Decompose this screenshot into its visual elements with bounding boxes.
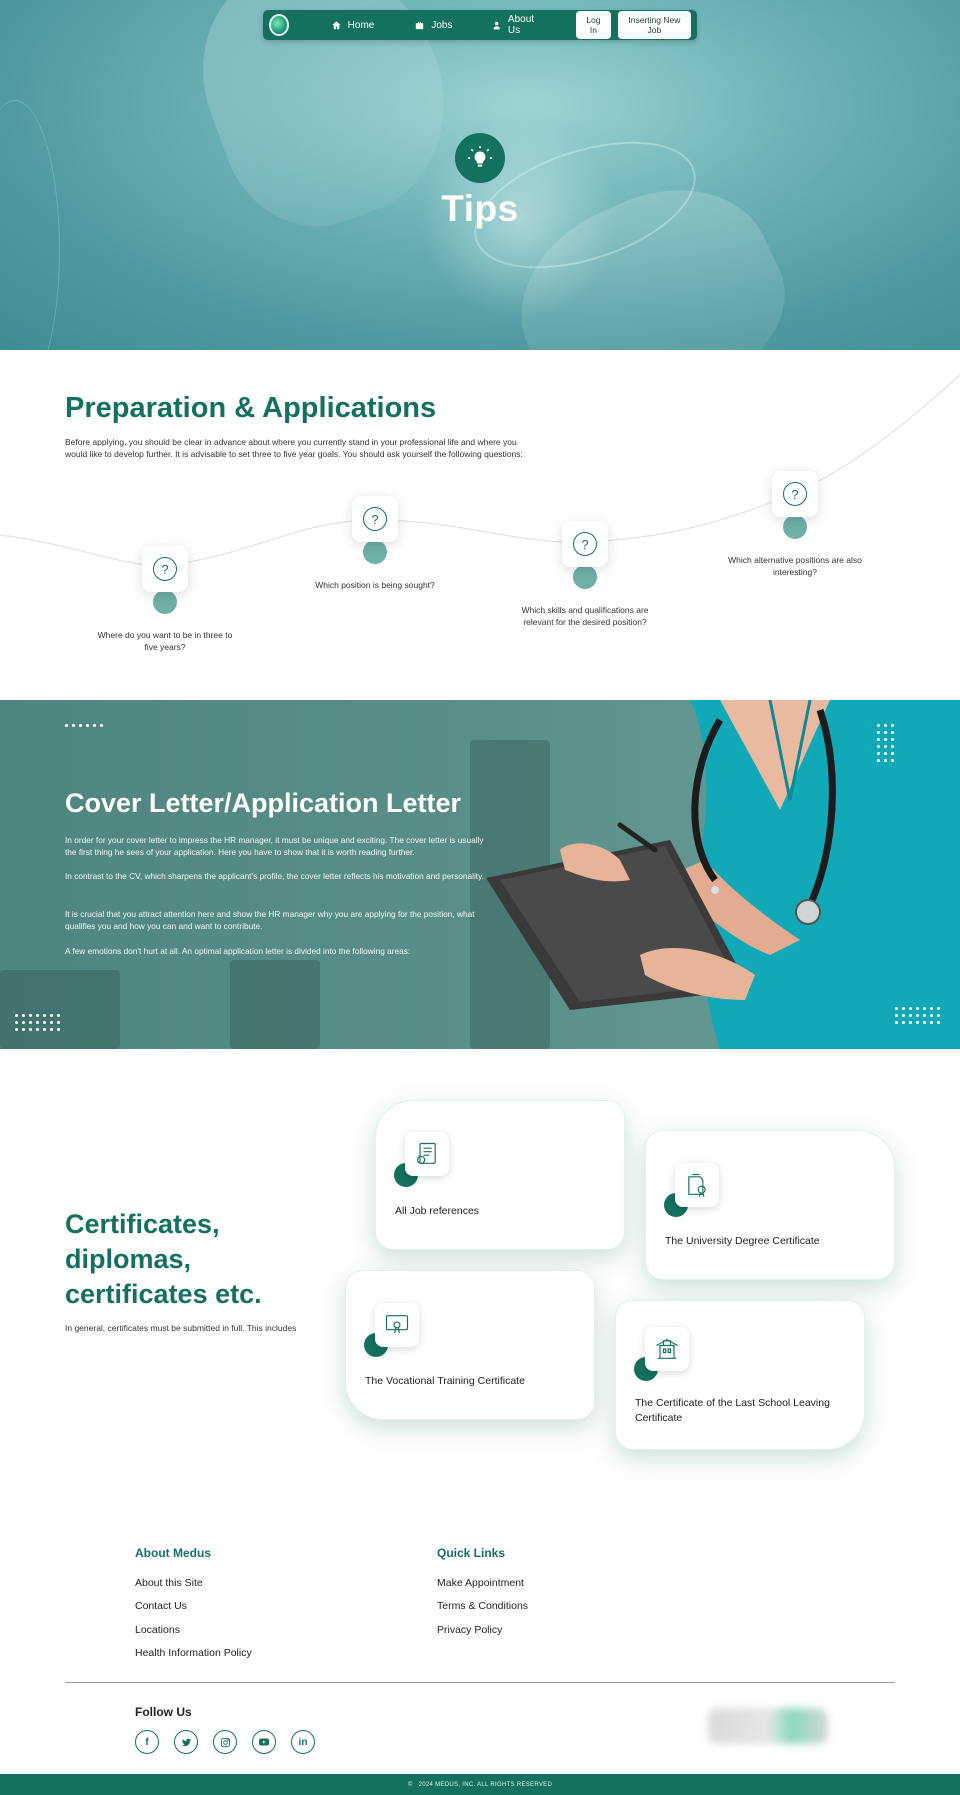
document-icon bbox=[405, 1132, 449, 1176]
footer-link[interactable]: Contact Us bbox=[135, 1600, 187, 1612]
question-card: ? bbox=[772, 471, 818, 517]
copyright-text: 2024 MEDUS, INC. ALL RIGHTS RESERVED bbox=[418, 1781, 553, 1788]
footer-heading: Quick Links bbox=[437, 1546, 506, 1560]
question-icon: ? bbox=[363, 507, 387, 531]
home-icon bbox=[332, 20, 341, 29]
certificate-label: The Certificate of the Last School Leavi… bbox=[635, 1397, 830, 1424]
briefcase-icon bbox=[416, 21, 424, 29]
dot-pattern bbox=[895, 1007, 940, 1024]
question-card: ? bbox=[352, 496, 398, 542]
footer-link[interactable]: Locations bbox=[135, 1624, 180, 1636]
degree-icon bbox=[675, 1163, 719, 1207]
cover-paragraph: In order for your cover letter to impres… bbox=[65, 835, 484, 857]
dot-pattern bbox=[65, 724, 103, 727]
youtube-icon[interactable] bbox=[252, 1730, 276, 1754]
nav-jobs-label: Jobs bbox=[431, 19, 453, 31]
step-dot bbox=[363, 540, 387, 564]
section-title: Cover Letter/Application Letter bbox=[65, 788, 462, 818]
question-card: ? bbox=[562, 521, 608, 567]
lightbulb-icon bbox=[468, 146, 492, 167]
copyright-bar: © 2024 MEDUS, INC. ALL RIGHTS RESERVED bbox=[0, 1774, 960, 1795]
user-icon bbox=[494, 21, 501, 29]
question-icon: ? bbox=[153, 557, 177, 581]
footer-heading: Follow Us bbox=[135, 1705, 192, 1719]
diploma-icon bbox=[375, 1303, 419, 1347]
copyright-icon: © bbox=[407, 1781, 413, 1788]
school-icon bbox=[645, 1327, 689, 1371]
linkedin-icon[interactable]: in bbox=[291, 1730, 315, 1754]
cover-paragraph: A few emotions don't hurt at all. An opt… bbox=[65, 946, 411, 956]
hero-badge bbox=[455, 133, 505, 183]
twitter-icon[interactable] bbox=[174, 1730, 198, 1754]
question-card: ? bbox=[142, 546, 188, 592]
cover-letter-section: Cover Letter/Application Letter In order… bbox=[0, 700, 960, 1049]
dot-pattern bbox=[15, 1014, 60, 1031]
site-logo[interactable] bbox=[269, 14, 289, 36]
footer-link[interactable]: Terms & Conditions bbox=[437, 1600, 528, 1612]
login-button[interactable]: Log In bbox=[576, 11, 611, 39]
nav-about[interactable]: About Us bbox=[492, 14, 543, 36]
dot-pattern bbox=[877, 724, 894, 762]
question-label: Which position is being sought? bbox=[315, 580, 435, 590]
question-label: Where do you want to be in three to five… bbox=[97, 630, 233, 652]
footer-heading: About Medus bbox=[135, 1546, 211, 1560]
insert-job-button[interactable]: Inserting New Job bbox=[617, 11, 691, 39]
section-intro: In general, certificates must be submitt… bbox=[65, 1323, 297, 1333]
nav-jobs[interactable]: Jobs bbox=[414, 20, 452, 31]
instagram-icon[interactable] bbox=[213, 1730, 237, 1754]
question-label: Which alternative positions are also int… bbox=[728, 555, 862, 577]
question-label: Which skills and qualifications are rele… bbox=[521, 605, 649, 627]
page-title: Tips bbox=[441, 188, 519, 229]
footer-logo bbox=[708, 1708, 828, 1744]
section-title: Certificates, diplomas, certificates etc… bbox=[65, 1209, 262, 1309]
footer-divider bbox=[65, 1682, 895, 1683]
nav-about-label: About Us bbox=[507, 14, 535, 36]
certificate-label: The University Degree Certificate bbox=[665, 1235, 820, 1247]
question-icon: ? bbox=[783, 482, 807, 506]
step-dot bbox=[573, 565, 597, 589]
section-intro: Before applying, you should be clear in … bbox=[65, 437, 523, 459]
nav-home[interactable]: Home bbox=[331, 19, 375, 31]
footer-link[interactable]: Privacy Policy bbox=[437, 1624, 502, 1636]
facebook-icon[interactable]: f bbox=[135, 1730, 159, 1754]
certificate-label: The Vocational Training Certificate bbox=[365, 1375, 525, 1387]
footer-link[interactable]: About this Site bbox=[135, 1577, 203, 1589]
step-dot bbox=[153, 590, 177, 614]
footer-link[interactable]: Health Information Policy bbox=[135, 1647, 252, 1659]
section-title: Preparation & Applications bbox=[65, 392, 437, 424]
nav-home-label: Home bbox=[347, 19, 375, 31]
footer-link[interactable]: Make Appointment bbox=[437, 1577, 524, 1589]
hero-banner: Home Jobs About Us Log In Inserting New … bbox=[0, 0, 960, 350]
certificate-label: All Job references bbox=[395, 1205, 480, 1217]
question-icon: ? bbox=[573, 532, 597, 556]
step-dot bbox=[783, 515, 807, 539]
top-navbar: Home Jobs About Us Log In Inserting New … bbox=[263, 10, 697, 40]
cover-paragraph: In contrast to the CV, which sharpens th… bbox=[65, 871, 484, 881]
background-building bbox=[230, 960, 320, 1049]
cover-paragraph: It is crucial that you attract attention… bbox=[65, 909, 475, 931]
background-building bbox=[0, 970, 120, 1049]
